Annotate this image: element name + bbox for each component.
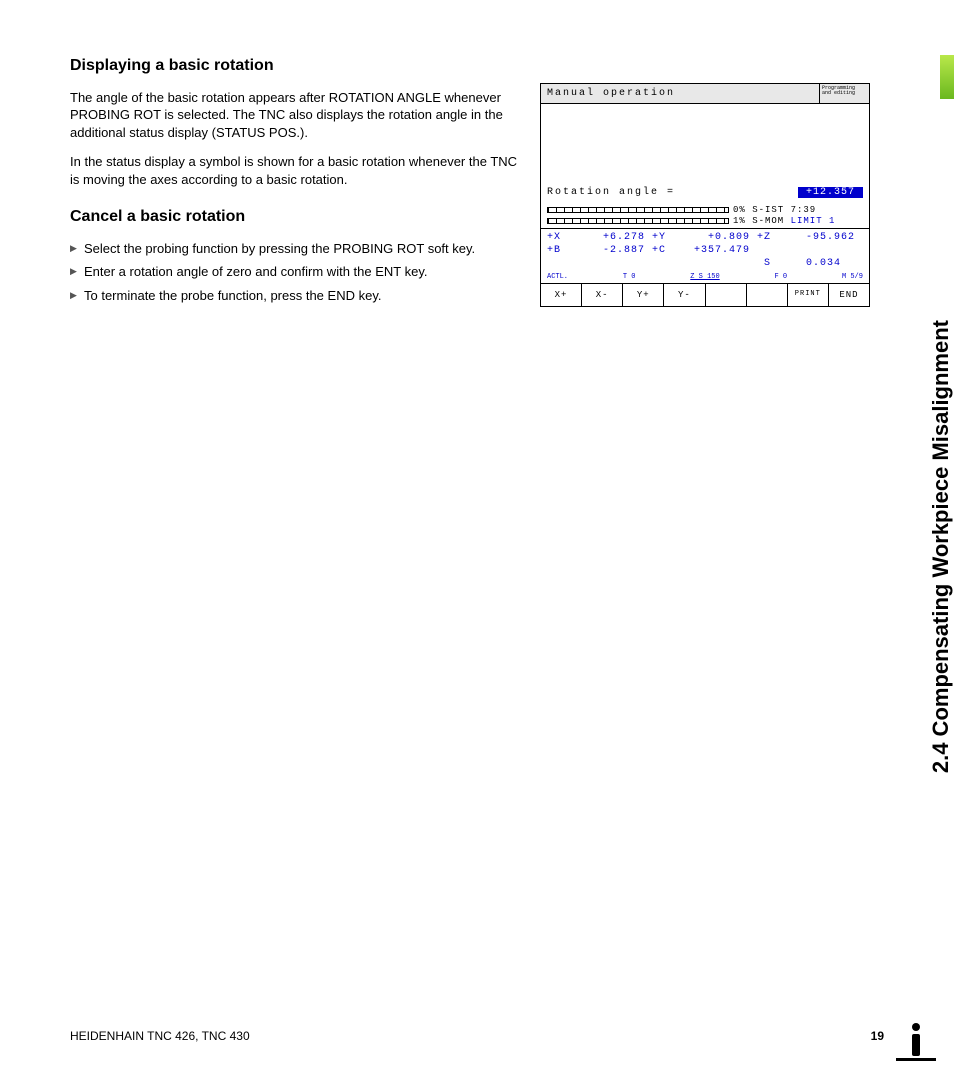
bar-text-2: 1% S-MOM LIMIT 1	[733, 216, 863, 226]
section-side-title: 2.4 Compensating Workpiece Misalignment	[928, 320, 954, 773]
page-number: 19	[871, 1029, 884, 1043]
load-bar-2	[547, 218, 729, 224]
softkey-row: X+ X- Y+ Y- PRINT END	[541, 283, 869, 306]
section-color-tab	[940, 55, 954, 99]
paragraph-2: In the status display a symbol is shown …	[70, 153, 520, 188]
info-icon	[896, 1021, 936, 1061]
footer-product: HEIDENHAIN TNC 426, TNC 430	[70, 1029, 250, 1043]
paragraph-1: The angle of the basic rotation appears …	[70, 89, 520, 142]
softkey-print[interactable]: PRINT	[788, 284, 829, 306]
main-text-column: Displaying a basic rotation The angle of…	[70, 55, 520, 311]
tnc-mode-title: Manual operation	[541, 84, 819, 103]
softkey-empty[interactable]	[747, 284, 788, 306]
page-footer: HEIDENHAIN TNC 426, TNC 430 19	[70, 1029, 884, 1043]
tnc-screenshot: Manual operation Programming and editing…	[540, 83, 870, 307]
list-item: Enter a rotation angle of zero and confi…	[70, 263, 520, 281]
cancel-steps-list: Select the probing function by pressing …	[70, 240, 520, 305]
list-item: Select the probing function by pressing …	[70, 240, 520, 258]
heading-displaying: Displaying a basic rotation	[70, 55, 520, 77]
tnc-secondary-mode: Programming and editing	[819, 84, 869, 103]
load-bar-1	[547, 207, 729, 213]
softkey-end[interactable]: END	[829, 284, 869, 306]
axis-positions: +X +6.278 +Y +0.809 +Z -95.962 +B -2.887…	[541, 228, 869, 272]
heading-cancel: Cancel a basic rotation	[70, 206, 520, 228]
tnc-status-line: ACTL. T 0 Z S 150 F 0 M 5/9	[541, 272, 869, 283]
softkey-empty[interactable]	[706, 284, 747, 306]
list-item: To terminate the probe function, press t…	[70, 287, 520, 305]
softkey-y-plus[interactable]: Y+	[623, 284, 664, 306]
rotation-angle-label: Rotation angle =	[547, 187, 798, 198]
bar-text-1: 0% S-IST 7:39	[733, 205, 863, 215]
softkey-y-minus[interactable]: Y-	[664, 284, 705, 306]
softkey-x-plus[interactable]: X+	[541, 284, 582, 306]
rotation-angle-value: +12.357	[798, 187, 863, 198]
softkey-x-minus[interactable]: X-	[582, 284, 623, 306]
